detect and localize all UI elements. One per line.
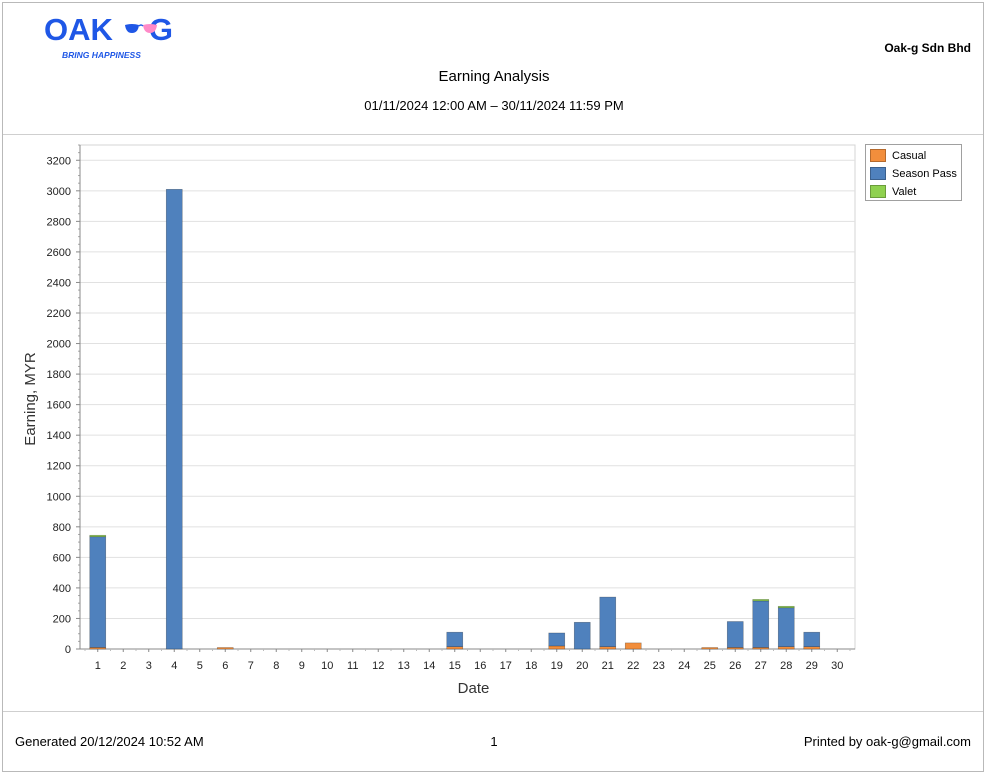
bar-season-pass <box>803 631 821 648</box>
y-tick-label: 600 <box>53 552 71 564</box>
x-tick-label: 12 <box>372 660 384 672</box>
x-tick-label: 14 <box>423 660 435 672</box>
x-tick-label: 20 <box>576 660 588 672</box>
bar-casual <box>548 645 566 650</box>
x-tick-label: 30 <box>831 660 843 672</box>
y-tick-label: 1800 <box>47 369 71 381</box>
y-tick-label: 1000 <box>47 491 71 503</box>
bar-valet <box>777 605 795 609</box>
bar-season-pass <box>726 621 744 648</box>
legend-label-season-pass: Season Pass <box>892 168 957 180</box>
legend-swatch-valet <box>870 185 886 198</box>
bar-season-pass <box>548 632 566 647</box>
earning-bar-chart: 0200400600800100012001400160018002000220… <box>22 144 856 697</box>
x-tick-label: 28 <box>780 660 792 672</box>
y-tick-label: 0 <box>65 644 71 656</box>
y-tick-label: 1400 <box>47 430 71 442</box>
y-tick-label: 3200 <box>47 155 71 167</box>
x-axis-title: Date <box>458 680 490 697</box>
bar-season-pass <box>446 631 464 648</box>
x-tick-label: 3 <box>146 660 152 672</box>
x-tick-label: 5 <box>197 660 203 672</box>
bar-casual <box>624 642 642 650</box>
x-tick-label: 24 <box>678 660 690 672</box>
y-tick-label: 2600 <box>47 247 71 259</box>
chart-legend: Casual Season Pass Valet <box>865 144 962 201</box>
x-tick-label: 25 <box>704 660 716 672</box>
x-tick-label: 23 <box>653 660 665 672</box>
x-tick-label: 15 <box>449 660 461 672</box>
y-tick-label: 2000 <box>47 339 71 351</box>
bar-valet <box>89 534 107 538</box>
legend-swatch-casual <box>870 149 886 162</box>
x-tick-label: 1 <box>95 660 101 672</box>
x-tick-label: 7 <box>248 660 254 672</box>
y-tick-label: 800 <box>53 522 71 534</box>
x-tick-label: 19 <box>551 660 563 672</box>
y-tick-label: 200 <box>53 613 71 625</box>
bar-casual <box>777 646 795 650</box>
bar-season-pass <box>599 596 617 648</box>
bar-casual <box>216 647 234 650</box>
x-tick-label: 6 <box>222 660 228 672</box>
legend-swatch-season-pass <box>870 167 886 180</box>
y-axis-title: Earning, MYR <box>22 352 39 446</box>
x-tick-label: 8 <box>273 660 279 672</box>
x-tick-label: 27 <box>755 660 767 672</box>
x-tick-label: 26 <box>729 660 741 672</box>
bar-casual <box>446 646 464 650</box>
legend-label-casual: Casual <box>892 150 927 162</box>
bar-valet <box>752 599 770 602</box>
x-tick-label: 21 <box>602 660 614 672</box>
x-tick-label: 4 <box>171 660 177 672</box>
bar-casual <box>803 646 821 650</box>
x-tick-label: 18 <box>525 660 537 672</box>
y-tick-label: 2400 <box>47 277 71 289</box>
y-tick-label: 400 <box>53 583 71 595</box>
x-tick-label: 16 <box>474 660 486 672</box>
bar-casual <box>701 647 719 650</box>
legend-label-valet: Valet <box>892 186 917 198</box>
x-tick-label: 13 <box>398 660 410 672</box>
bar-season-pass <box>777 607 795 648</box>
y-tick-label: 2800 <box>47 216 71 228</box>
x-tick-label: 9 <box>299 660 305 672</box>
x-tick-label: 11 <box>347 660 358 672</box>
x-tick-label: 10 <box>321 660 333 672</box>
x-tick-label: 2 <box>120 660 126 672</box>
bar-season-pass <box>573 621 591 650</box>
bar-casual <box>599 646 617 650</box>
printed-by: Printed by oak-g@gmail.com <box>803 734 971 749</box>
y-tick-label: 2200 <box>47 308 71 320</box>
y-tick-label: 1600 <box>47 400 71 412</box>
bar-season-pass <box>89 536 107 648</box>
bar-season-pass <box>752 600 770 648</box>
x-tick-label: 29 <box>806 660 818 672</box>
x-tick-label: 17 <box>500 660 512 672</box>
plot-area <box>79 144 856 650</box>
y-tick-label: 3000 <box>47 186 71 198</box>
x-tick-label: 22 <box>627 660 639 672</box>
y-tick-label: 1200 <box>47 461 71 473</box>
bar-season-pass <box>165 188 183 650</box>
